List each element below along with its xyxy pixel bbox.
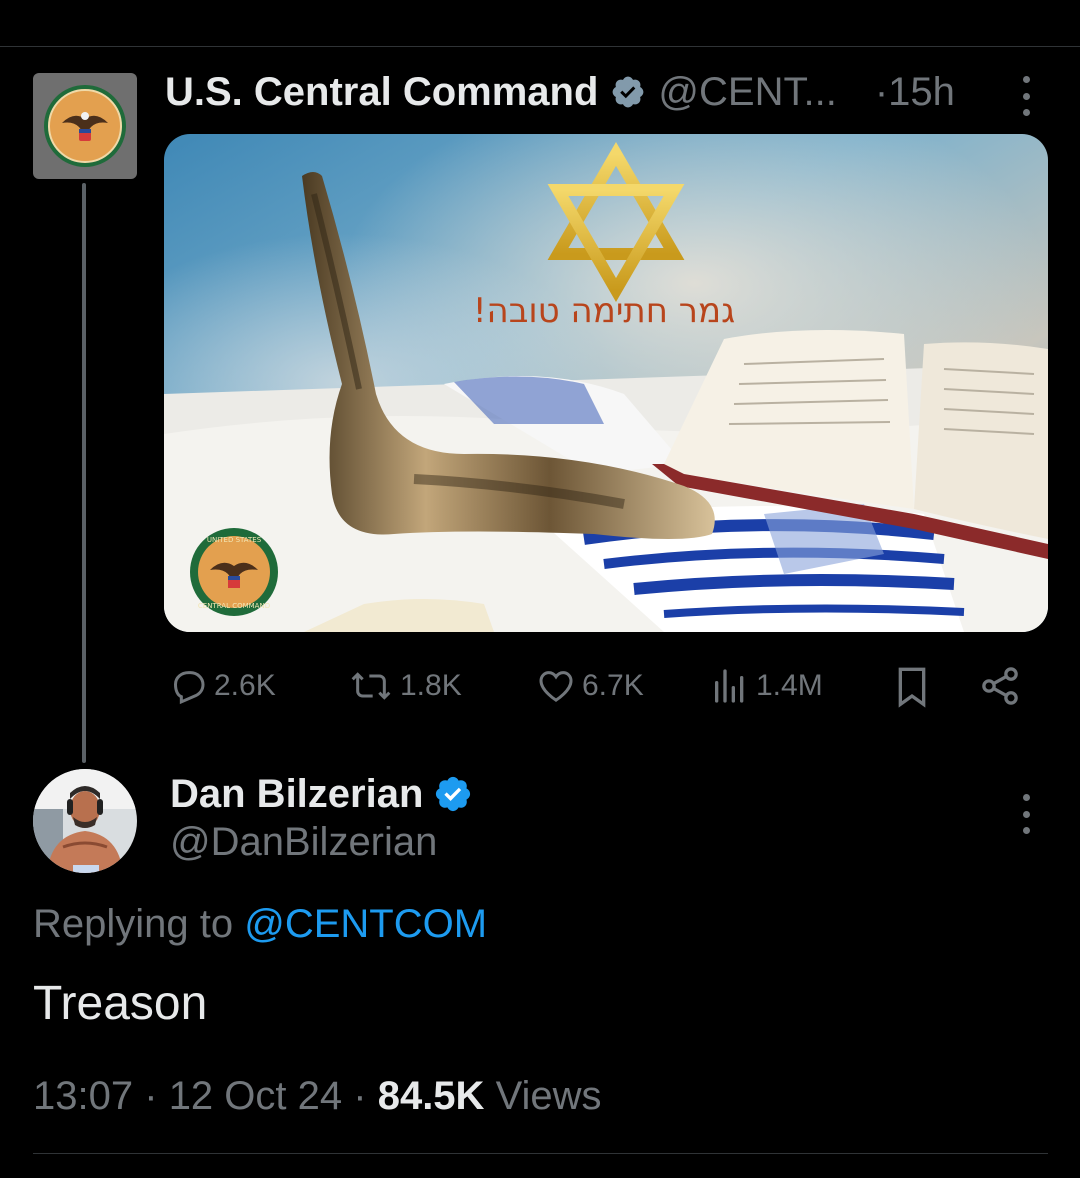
- top-divider: [0, 46, 1080, 47]
- reply-icon: [173, 671, 205, 705]
- like-count: 6.7K: [582, 669, 644, 702]
- time-separator: ·: [874, 69, 889, 114]
- centcom-avatar[interactable]: [33, 73, 137, 179]
- hebrew-caption: גמר חתימה טובה!: [473, 291, 735, 331]
- bookmark-icon: [898, 667, 926, 708]
- svg-text:CENTRAL COMMAND: CENTRAL COMMAND: [198, 602, 270, 610]
- centcom-seal-icon: [44, 85, 126, 167]
- repost-button[interactable]: 1.8K: [348, 660, 462, 712]
- meta-separator: ·: [144, 1074, 158, 1118]
- centcom-watermark-seal: UNITED STATES CENTRAL COMMAND: [190, 528, 278, 616]
- share-button[interactable]: [978, 660, 1022, 712]
- share-icon: [982, 667, 1018, 705]
- parent-time[interactable]: ·15h: [875, 70, 955, 115]
- reply-date[interactable]: 12 Oct 24: [169, 1074, 342, 1118]
- reply-button[interactable]: 2.6K: [168, 660, 276, 712]
- views-count: 1.4M: [756, 669, 823, 702]
- bottom-divider: [33, 1153, 1048, 1154]
- reply-time[interactable]: 13:07: [33, 1074, 133, 1118]
- replying-to-mention[interactable]: @CENTCOM: [244, 902, 487, 946]
- like-button[interactable]: 6.7K: [536, 660, 644, 712]
- thread-connector: [82, 183, 86, 763]
- heart-icon: [539, 671, 573, 702]
- analytics-icon: [715, 669, 744, 703]
- replying-prefix: Replying to: [33, 902, 245, 946]
- reply-handle[interactable]: @DanBilzerian: [170, 820, 437, 865]
- parent-tweet-header: U.S. Central Command @CENT... ·15h: [165, 66, 1045, 118]
- repost-icon: [351, 672, 391, 700]
- meta-separator: ·: [353, 1074, 367, 1118]
- bookmark-button[interactable]: [892, 660, 932, 712]
- reply-count: 2.6K: [214, 669, 276, 702]
- dan-bilzerian-avatar[interactable]: [33, 769, 137, 873]
- verified-blue-icon: [436, 776, 471, 812]
- reply-author-row: Dan Bilzerian: [170, 768, 473, 820]
- parent-action-bar: 2.6K 1.8K 6.7K 1.4M: [164, 660, 1048, 712]
- parent-handle[interactable]: @CENT...: [658, 70, 836, 115]
- rosh-hashanah-image: גמר חתימה טובה! UNITED STATES CENTRAL CO…: [164, 134, 1048, 632]
- verified-gray-icon: [613, 76, 644, 108]
- parent-author-name[interactable]: U.S. Central Command: [165, 70, 598, 115]
- reply-author-name[interactable]: Dan Bilzerian: [170, 772, 423, 817]
- svg-text:UNITED STATES: UNITED STATES: [207, 536, 262, 544]
- reply-views-label: Views: [495, 1074, 602, 1118]
- tweet-media-image[interactable]: גמר חתימה טובה! UNITED STATES CENTRAL CO…: [164, 134, 1048, 632]
- reply-views-count[interactable]: 84.5K: [378, 1074, 485, 1118]
- reply-tweet-text: Treason: [33, 977, 208, 1030]
- reply-meta: 13:07 · 12 Oct 24 · 84.5K Views: [33, 1074, 602, 1119]
- avatar-photo: [33, 769, 137, 873]
- views-button[interactable]: 1.4M: [710, 660, 823, 712]
- parent-more-icon[interactable]: [1019, 76, 1033, 116]
- replying-to-line: Replying to @CENTCOM: [33, 902, 487, 947]
- repost-count: 1.8K: [400, 669, 462, 702]
- reply-more-icon[interactable]: [1019, 794, 1033, 834]
- parent-time-value: 15h: [888, 69, 955, 114]
